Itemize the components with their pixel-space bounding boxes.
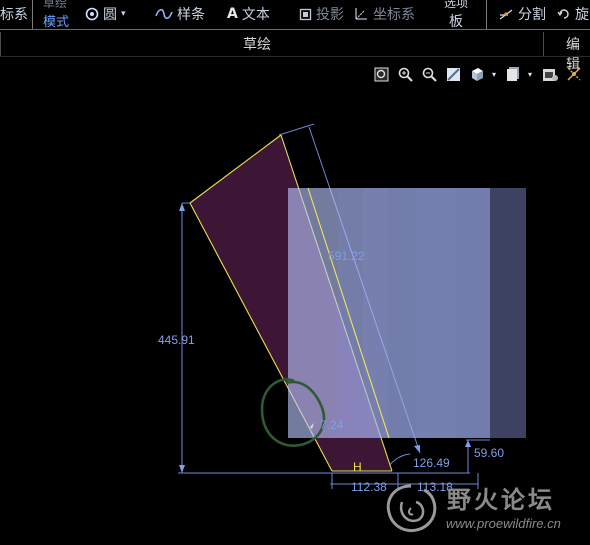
arrowhead <box>179 465 185 473</box>
overlay-band <box>288 188 338 438</box>
horizontal-constraint-label[interactable]: H <box>353 460 362 474</box>
project-icon <box>299 8 312 20</box>
saved-views-icon[interactable] <box>469 66 485 82</box>
rotate-icon <box>557 9 569 19</box>
overlay-band <box>490 188 526 438</box>
watermark-logo <box>386 484 437 532</box>
ribbon-bottom-divider <box>0 29 590 30</box>
sketch-mode-top-label: 草绘 <box>43 0 68 10</box>
chevron-down-icon[interactable]: ▾ <box>490 66 498 82</box>
project-button[interactable]: 投影 <box>299 0 344 28</box>
ribbon-separator <box>32 0 33 29</box>
ribbon-left-cut-label: 标系 <box>0 7 28 23</box>
divide-label: 分割 <box>518 7 546 23</box>
circle-icon <box>85 7 99 21</box>
coordsys-label: 坐标系 <box>373 7 415 23</box>
spline-icon <box>155 8 173 20</box>
watermark-url: www.proewildfire.cn <box>446 516 561 531</box>
overlay-band <box>338 188 363 438</box>
sketch-display-icon[interactable] <box>566 66 582 82</box>
palette-button[interactable]: 选项 板 <box>444 0 469 30</box>
overlay-band <box>456 188 490 438</box>
watermark-name: 野火论坛 <box>447 486 555 514</box>
text-label: 文本 <box>241 7 270 23</box>
display-style-icon[interactable] <box>505 66 521 82</box>
group-label-bar: 草绘 编辑 <box>0 31 590 73</box>
graphics-window[interactable]: 445.91 591.22 7.24 126.49 59.60 112.38 1… <box>0 57 590 545</box>
divide-button[interactable]: 分割 <box>498 0 546 28</box>
overlay-band <box>416 188 456 438</box>
spline-button[interactable]: 样条 <box>155 0 205 28</box>
coordsys-icon <box>355 8 367 20</box>
sketch-settings-icon[interactable] <box>542 66 558 82</box>
circle-button[interactable]: 圆 ▾ <box>85 0 126 28</box>
text-button[interactable]: A 文本 <box>227 0 270 28</box>
palette-top-label: 选项 <box>444 0 469 10</box>
arrowhead <box>465 440 471 447</box>
forum-watermark: 野火论坛 www.proewildfire.cn <box>380 478 586 540</box>
dimension-small[interactable]: 59.60 <box>474 446 504 460</box>
translucent-overlay <box>288 188 526 438</box>
group-separator <box>543 32 544 56</box>
dimension-height[interactable]: 445.91 <box>158 333 195 347</box>
arrowhead <box>414 445 420 453</box>
arrowhead <box>179 203 185 211</box>
dimension-slant[interactable]: 591.22 <box>328 249 365 263</box>
overlay-band <box>388 188 416 438</box>
sketch-mode-label: 模式 <box>43 15 70 30</box>
ribbon-separator <box>486 0 487 29</box>
zoom-in-icon[interactable] <box>397 66 413 82</box>
divide-icon <box>499 9 513 20</box>
group-label-sketch: 草绘 <box>243 37 271 53</box>
sketch-mode-button[interactable]: 草绘 模式 <box>43 0 69 30</box>
rotate-label: 旋 <box>575 7 589 23</box>
spline-label: 样条 <box>177 7 205 23</box>
dimension-circled[interactable]: 7.24 <box>320 418 344 432</box>
circle-label: 圆 <box>103 7 117 23</box>
chevron-down-icon[interactable]: ▾ <box>526 66 534 82</box>
rotate-button[interactable]: 旋 <box>557 0 589 28</box>
project-label: 投影 <box>316 7 344 23</box>
dimension-angle-right[interactable]: 126.49 <box>413 456 450 470</box>
ribbon: 标系 草绘 模式 圆 ▾ 样条 A 文本 投影 坐标系 选项 板 分割 旋 <box>0 0 590 31</box>
coordsys-left-cut[interactable]: 标系 <box>0 0 28 28</box>
chevron-down-icon[interactable]: ▾ <box>121 9 126 19</box>
repaint-icon[interactable] <box>445 66 461 82</box>
zoom-out-icon[interactable] <box>421 66 437 82</box>
palette-label: 板 <box>449 14 463 30</box>
zoom-fit-icon[interactable] <box>373 66 389 82</box>
group-separator <box>0 32 1 56</box>
overlay-band <box>363 188 388 438</box>
slant-extension-top <box>278 123 315 136</box>
coordsys-button[interactable]: 坐标系 <box>353 0 415 28</box>
text-icon: A <box>227 6 238 22</box>
